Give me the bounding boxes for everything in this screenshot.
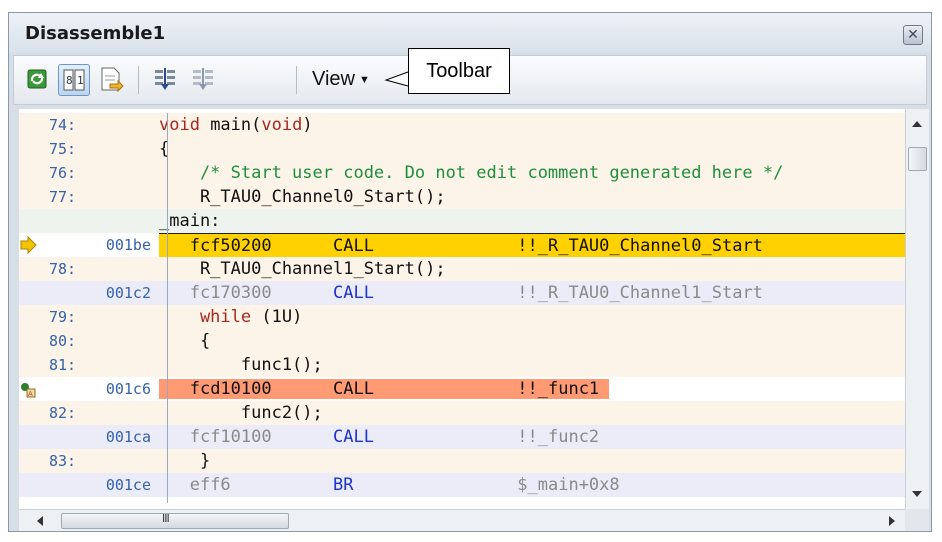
step-in-button[interactable] xyxy=(150,64,182,96)
line-number: 83: xyxy=(49,452,77,470)
mixed-display-button[interactable]: 8 1 xyxy=(58,64,90,96)
instruction: fcf50200 CALL !!_R_TAU0_Channel0_Start xyxy=(159,233,905,259)
jump-to-source-button[interactable] xyxy=(96,64,128,96)
asm-line[interactable]: 001ce eff6 BR $_main+0x8 xyxy=(19,473,905,497)
address: 001ce xyxy=(105,476,151,494)
panel-title: Disassemble1 xyxy=(25,23,166,44)
source-line[interactable]: 76: /* Start user code. Do not edit comm… xyxy=(19,161,905,185)
scroll-left-icon[interactable] xyxy=(37,516,43,526)
scroll-grip: III xyxy=(162,512,170,525)
instruction: eff6 BR $_main+0x8 xyxy=(189,475,620,495)
line-number: 77: xyxy=(49,188,77,206)
address: 001ca xyxy=(105,428,151,446)
scrollbar-corner xyxy=(905,509,929,531)
source-line[interactable]: 80: { xyxy=(19,329,905,353)
line-number: 78: xyxy=(49,260,77,278)
step-over-button[interactable] xyxy=(188,64,220,96)
line-number: 74: xyxy=(49,116,77,134)
instruction: fcf10100 CALL !!_func2 xyxy=(189,427,600,447)
asm-line-breakpoint[interactable]: A 001c6 fcd10100 CALL !!_func1 xyxy=(19,377,905,401)
callout-pointer-icon xyxy=(384,71,409,87)
line-number: 82: xyxy=(49,404,77,422)
source-text: void main(void) xyxy=(159,115,313,135)
view-menu-button[interactable]: View ▼ xyxy=(312,68,370,91)
step-over-icon xyxy=(193,68,213,90)
label-text: _main: xyxy=(159,211,221,231)
toolbar-separator xyxy=(138,66,139,94)
line-number: 80: xyxy=(49,332,77,350)
source-text: R_TAU0_Channel0_Start(); xyxy=(159,187,446,207)
gutter-divider xyxy=(167,113,168,503)
scroll-down-icon[interactable] xyxy=(912,491,922,497)
svg-text:8: 8 xyxy=(66,74,73,87)
refresh-icon xyxy=(27,69,47,89)
address: 001c2 xyxy=(105,284,151,302)
breakpoint-icon: A xyxy=(19,377,37,401)
source-line[interactable]: 75: { xyxy=(19,137,905,161)
scroll-up-icon[interactable] xyxy=(912,121,922,127)
source-line[interactable]: 79: while (1U) xyxy=(19,305,905,329)
source-line[interactable]: 77: R_TAU0_Channel0_Start(); xyxy=(19,185,905,209)
line-number: 75: xyxy=(49,140,77,158)
jump-to-source-icon xyxy=(101,67,124,93)
view-menu-label: View xyxy=(312,68,355,90)
svg-text:1: 1 xyxy=(77,74,84,87)
address: 001c6 xyxy=(105,380,151,398)
disassembly-view[interactable]: 74: void main(void) 75: { 76: /* Start u… xyxy=(19,109,905,509)
toolbar-separator xyxy=(296,66,297,94)
line-number: 79: xyxy=(49,308,77,326)
source-line[interactable]: 74: void main(void) xyxy=(19,113,905,137)
label-line[interactable]: _main: xyxy=(19,209,905,233)
source-line[interactable]: 83: } xyxy=(19,449,905,473)
source-text: func2(); xyxy=(159,403,323,423)
source-line[interactable]: 82: func2(); xyxy=(19,401,905,425)
panel-titlebar: Disassemble1 ✕ xyxy=(9,13,931,53)
instruction: fcd10100 CALL !!_func1 xyxy=(159,377,905,401)
asm-line[interactable]: 001ca fcf10100 CALL !!_func2 xyxy=(19,425,905,449)
source-text: } xyxy=(159,451,211,471)
toolbar-callout: Toolbar xyxy=(408,48,510,94)
asm-line-current-pc[interactable]: 001be fcf50200 CALL !!_R_TAU0_Channel0_S… xyxy=(19,233,905,259)
source-comment: /* Start user code. Do not edit comment … xyxy=(159,163,784,183)
line-number: 76: xyxy=(49,164,77,182)
source-text: func1(); xyxy=(159,355,323,375)
line-number: 81: xyxy=(49,356,77,374)
horizontal-scrollbar[interactable]: III xyxy=(19,509,905,531)
close-icon[interactable]: ✕ xyxy=(903,25,923,45)
source-line[interactable]: 81: func1(); xyxy=(19,353,905,377)
callout-label: Toolbar xyxy=(426,60,492,82)
source-text: { xyxy=(159,139,170,159)
vertical-scrollbar[interactable] xyxy=(905,109,929,509)
step-in-icon xyxy=(155,68,175,90)
source-line[interactable]: 78: R_TAU0_Channel1_Start(); xyxy=(19,257,905,281)
source-text: while (1U) xyxy=(159,307,303,327)
asm-line[interactable]: 001c2 fc170300 CALL !!_R_TAU0_Channel1_S… xyxy=(19,281,905,305)
vertical-scroll-thumb[interactable] xyxy=(908,147,927,171)
pc-arrow-icon xyxy=(19,233,37,257)
source-text: R_TAU0_Channel1_Start(); xyxy=(159,259,446,279)
horizontal-scroll-thumb[interactable]: III xyxy=(61,512,289,529)
source-text: { xyxy=(159,331,211,351)
address: 001be xyxy=(105,236,151,254)
caret-down-icon: ▼ xyxy=(359,73,370,86)
svg-text:A: A xyxy=(28,390,33,398)
scroll-right-icon[interactable] xyxy=(889,516,895,526)
mixed-display-icon: 8 1 xyxy=(63,69,85,91)
refresh-button[interactable] xyxy=(22,64,54,96)
instruction: fc170300 CALL !!_R_TAU0_Channel1_Start xyxy=(189,283,763,303)
